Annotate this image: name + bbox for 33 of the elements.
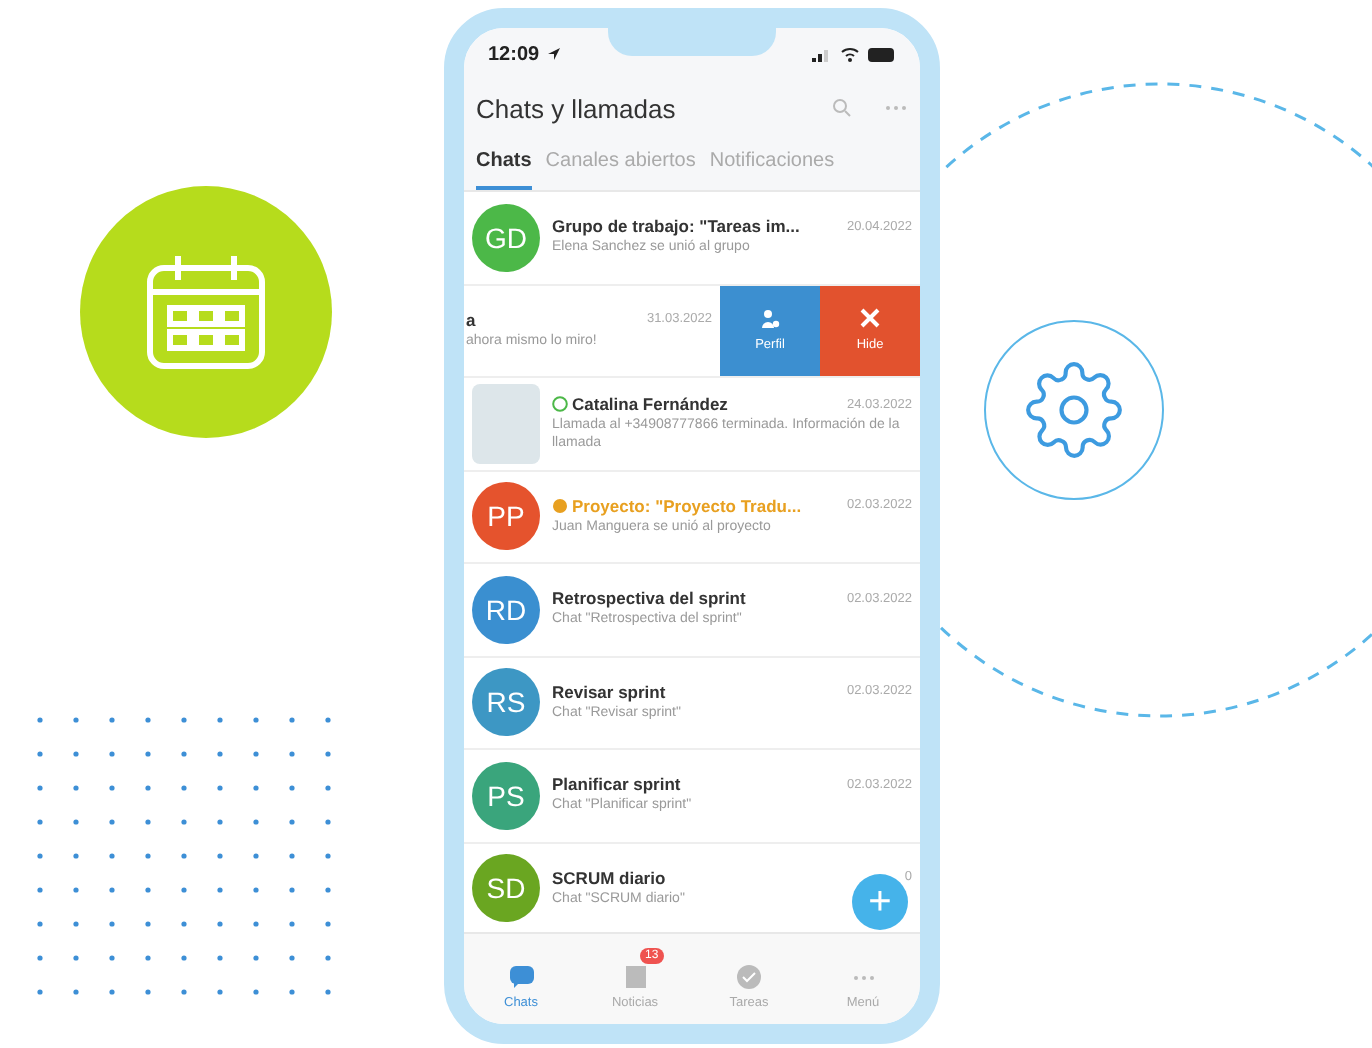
avatar: PS xyxy=(472,761,540,830)
chat-title: Retrospectiva del sprint xyxy=(552,588,746,609)
tab[interactable]: Canales abiertos xyxy=(545,136,696,190)
chat-title: Catalina Fernández xyxy=(552,394,728,414)
chat-title: Planificar sprint xyxy=(552,774,681,795)
wifi-icon xyxy=(840,46,860,62)
battery-icon xyxy=(868,47,896,61)
avatar: RS xyxy=(472,668,540,737)
chat-title: Grupo de trabajo: "Tareas im... xyxy=(552,216,800,237)
photo-placeholder xyxy=(472,383,540,464)
avatar: GD xyxy=(472,203,540,272)
chat-title: Proyecto: "Proyecto Tradu... xyxy=(552,495,802,516)
location-arrow-icon xyxy=(545,46,562,62)
calendar-icon xyxy=(144,252,268,372)
status-time: 12:09 xyxy=(488,43,540,65)
tab[interactable]: Notificaciones xyxy=(709,136,835,190)
avatar: RD xyxy=(472,575,540,644)
avatar: SD xyxy=(472,854,540,923)
add-button[interactable]: + xyxy=(852,874,908,930)
search-icon[interactable] xyxy=(832,98,852,118)
chat-bubble-icon xyxy=(507,964,535,990)
chat-title: SCRUM diario xyxy=(552,867,666,888)
more-icon[interactable] xyxy=(884,104,908,112)
person-icon xyxy=(760,308,780,329)
avatar: PP xyxy=(472,482,540,551)
close-icon xyxy=(860,308,880,329)
check-circle-icon xyxy=(736,964,762,990)
gear-icon xyxy=(1024,360,1124,460)
signal-icon xyxy=(812,47,832,61)
tab[interactable]: Chats xyxy=(476,136,532,190)
screen-title: Chats y llamadas xyxy=(476,93,676,123)
chat-title: a xyxy=(466,309,476,330)
chat-title: Revisar sprint xyxy=(552,681,666,702)
